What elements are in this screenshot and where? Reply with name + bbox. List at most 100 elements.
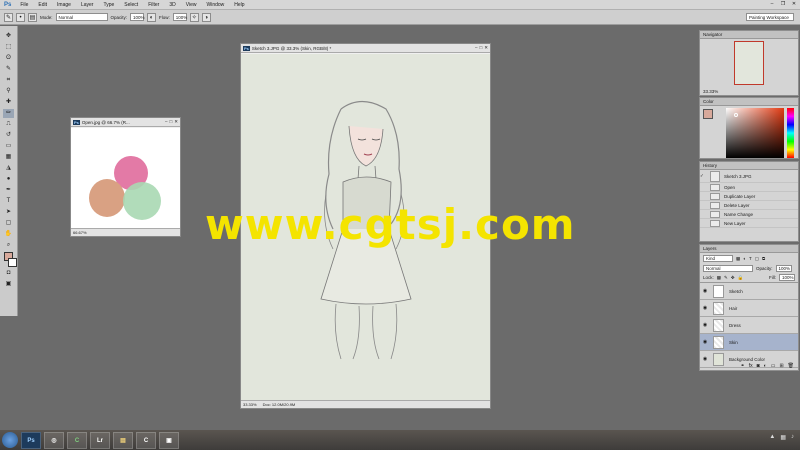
start-button[interactable] [2, 432, 18, 448]
new-layer-icon[interactable]: ⊞ [779, 363, 783, 369]
tray-arrow-icon[interactable]: ▲ [769, 434, 775, 441]
navigator-preview[interactable] [734, 41, 764, 85]
dodge-tool-icon[interactable]: ● [3, 175, 14, 184]
airbrush-icon[interactable]: ✧ [189, 12, 199, 22]
workspace-select[interactable]: Painting Workspace [746, 13, 794, 21]
hand-tool-icon[interactable]: ✋ [3, 230, 14, 239]
brush-preset-icon[interactable]: ✎ [4, 12, 13, 22]
visibility-eye-icon[interactable]: ◉ [700, 356, 710, 362]
lock-all-icon[interactable]: 🔒 [738, 275, 744, 281]
filter-type-icon[interactable]: T [749, 256, 752, 261]
adjustment-layer-icon[interactable]: ◐ [764, 363, 767, 369]
minimize-icon[interactable]: – [165, 119, 168, 125]
gradient-tool-icon[interactable]: ▦ [3, 153, 14, 162]
camtasia-taskbar-icon[interactable]: C [67, 431, 87, 449]
photoshop-taskbar-icon[interactable]: Ps [21, 431, 41, 449]
menu-layer[interactable]: Layer [76, 2, 99, 8]
layer-row-hair[interactable]: ◉ Hair [700, 300, 798, 317]
open-document-titlebar[interactable]: Ps Open.jpg @ 66.7% (R... – □ ✕ [71, 118, 180, 127]
layer-style-icon[interactable]: fx [749, 363, 753, 369]
pen-tool-icon[interactable]: ✒ [3, 186, 14, 195]
shape-tool-icon[interactable]: ▢ [3, 219, 14, 228]
eraser-tool-icon[interactable]: ▭ [3, 142, 14, 151]
foreground-color-swatch[interactable] [703, 109, 713, 119]
history-brush-tool-icon[interactable]: ↺ [3, 131, 14, 140]
brush-tool-icon[interactable]: ✏ [3, 109, 14, 118]
link-layers-icon[interactable]: ⚭ [741, 363, 745, 369]
type-tool-icon[interactable]: T [3, 197, 14, 206]
history-item[interactable]: New Layer [700, 219, 798, 228]
healing-tool-icon[interactable]: ✚ [3, 98, 14, 107]
move-tool-icon[interactable]: ✥ [3, 32, 14, 41]
visibility-eye-icon[interactable]: ◉ [700, 339, 710, 345]
color-picker-cursor[interactable] [734, 113, 738, 117]
brush-size-icon[interactable]: • [16, 12, 25, 22]
chrome-taskbar-icon[interactable]: ◎ [44, 431, 64, 449]
camtasia-recorder-taskbar-icon[interactable]: C [136, 431, 156, 449]
menu-window[interactable]: Window [201, 2, 229, 8]
layer-row-skin[interactable]: ◉ Skin [700, 334, 798, 351]
layer-opacity-input[interactable]: 100% [775, 265, 792, 272]
screen-mode-icon[interactable]: ▣ [3, 280, 14, 289]
hue-slider[interactable] [787, 108, 794, 158]
layers-title[interactable]: Layers [700, 245, 798, 253]
menu-edit[interactable]: Edit [33, 2, 52, 8]
history-checkbox[interactable]: ✓ [700, 173, 710, 179]
window-taskbar-icon[interactable]: ▣ [159, 431, 179, 449]
navigator-zoom[interactable]: 33.33% [703, 89, 718, 94]
menu-help[interactable]: Help [229, 2, 249, 8]
minimize-icon[interactable]: – [475, 45, 478, 51]
menu-select[interactable]: Select [119, 2, 143, 8]
marquee-tool-icon[interactable]: ⬚ [3, 43, 14, 52]
delete-layer-icon[interactable]: 🗑 [788, 363, 794, 369]
crop-tool-icon[interactable]: ⌗ [3, 76, 14, 85]
volume-icon[interactable]: ♪ [791, 434, 794, 441]
history-item[interactable]: Name Change [700, 210, 798, 219]
layer-mask-icon[interactable]: ◙ [757, 363, 760, 369]
eyedropper-tool-icon[interactable]: ⚲ [3, 87, 14, 96]
blend-mode-select[interactable]: Normal [703, 265, 753, 272]
pressure-opacity-icon[interactable]: ◐ [147, 12, 157, 22]
layer-kind-filter[interactable]: Kind [703, 255, 733, 262]
menu-type[interactable]: Type [98, 2, 119, 8]
background-color-swatch[interactable] [7, 258, 17, 267]
layer-row-sketch[interactable]: ◉ Sketch [700, 283, 798, 300]
network-icon[interactable]: ▦ [780, 434, 786, 441]
maximize-icon[interactable]: □ [170, 119, 173, 125]
opacity-input[interactable]: 100% [130, 13, 145, 21]
close-icon[interactable]: ✕ [790, 1, 798, 8]
quick-mask-icon[interactable]: ◘ [3, 269, 14, 278]
history-item[interactable]: Delete Layer [700, 201, 798, 210]
filter-adjust-icon[interactable]: ◐ [743, 256, 746, 261]
maximize-icon[interactable]: □ [480, 45, 483, 51]
new-group-icon[interactable]: ▭ [771, 363, 776, 369]
minimize-icon[interactable]: – [768, 1, 776, 8]
file-explorer-taskbar-icon[interactable]: ▤ [113, 431, 133, 449]
navigator-title[interactable]: Navigator [700, 31, 798, 39]
visibility-eye-icon[interactable]: ◉ [700, 322, 710, 328]
stamp-tool-icon[interactable]: ⎍ [3, 120, 14, 129]
blur-tool-icon[interactable]: ◮ [3, 164, 14, 173]
restore-icon[interactable]: ❐ [779, 1, 787, 8]
close-icon[interactable]: ✕ [174, 119, 178, 125]
lightroom-taskbar-icon[interactable]: Lr [90, 431, 110, 449]
menu-view[interactable]: View [181, 2, 202, 8]
history-item[interactable]: Duplicate Layer [700, 192, 798, 201]
lasso-tool-icon[interactable]: ʘ [3, 54, 14, 63]
zoom-tool-icon[interactable]: ⌕ [3, 241, 14, 250]
close-icon[interactable]: ✕ [484, 45, 488, 51]
history-item[interactable]: Open [700, 183, 798, 192]
pressure-size-icon[interactable]: ◑ [201, 12, 211, 22]
history-snapshot[interactable]: ✓ Sketch 3.JPG [700, 170, 798, 183]
lock-pixels-icon[interactable]: ▩ [717, 275, 721, 281]
filter-smart-icon[interactable]: ⧉ [762, 256, 765, 261]
visibility-eye-icon[interactable]: ◉ [700, 288, 710, 294]
quick-select-tool-icon[interactable]: ✎ [3, 65, 14, 74]
mode-select[interactable]: Normal [55, 13, 108, 21]
zoom-readout[interactable]: 66.67% [73, 230, 87, 235]
lock-paint-icon[interactable]: ✎ [724, 275, 728, 281]
lock-position-icon[interactable]: ✥ [731, 275, 735, 281]
sketch-document-titlebar[interactable]: Ps Sketch 3.JPG @ 33.3% (Skin, RGB/8) * … [241, 44, 490, 53]
path-select-tool-icon[interactable]: ➤ [3, 208, 14, 217]
color-panel-title[interactable]: Color [700, 98, 798, 106]
